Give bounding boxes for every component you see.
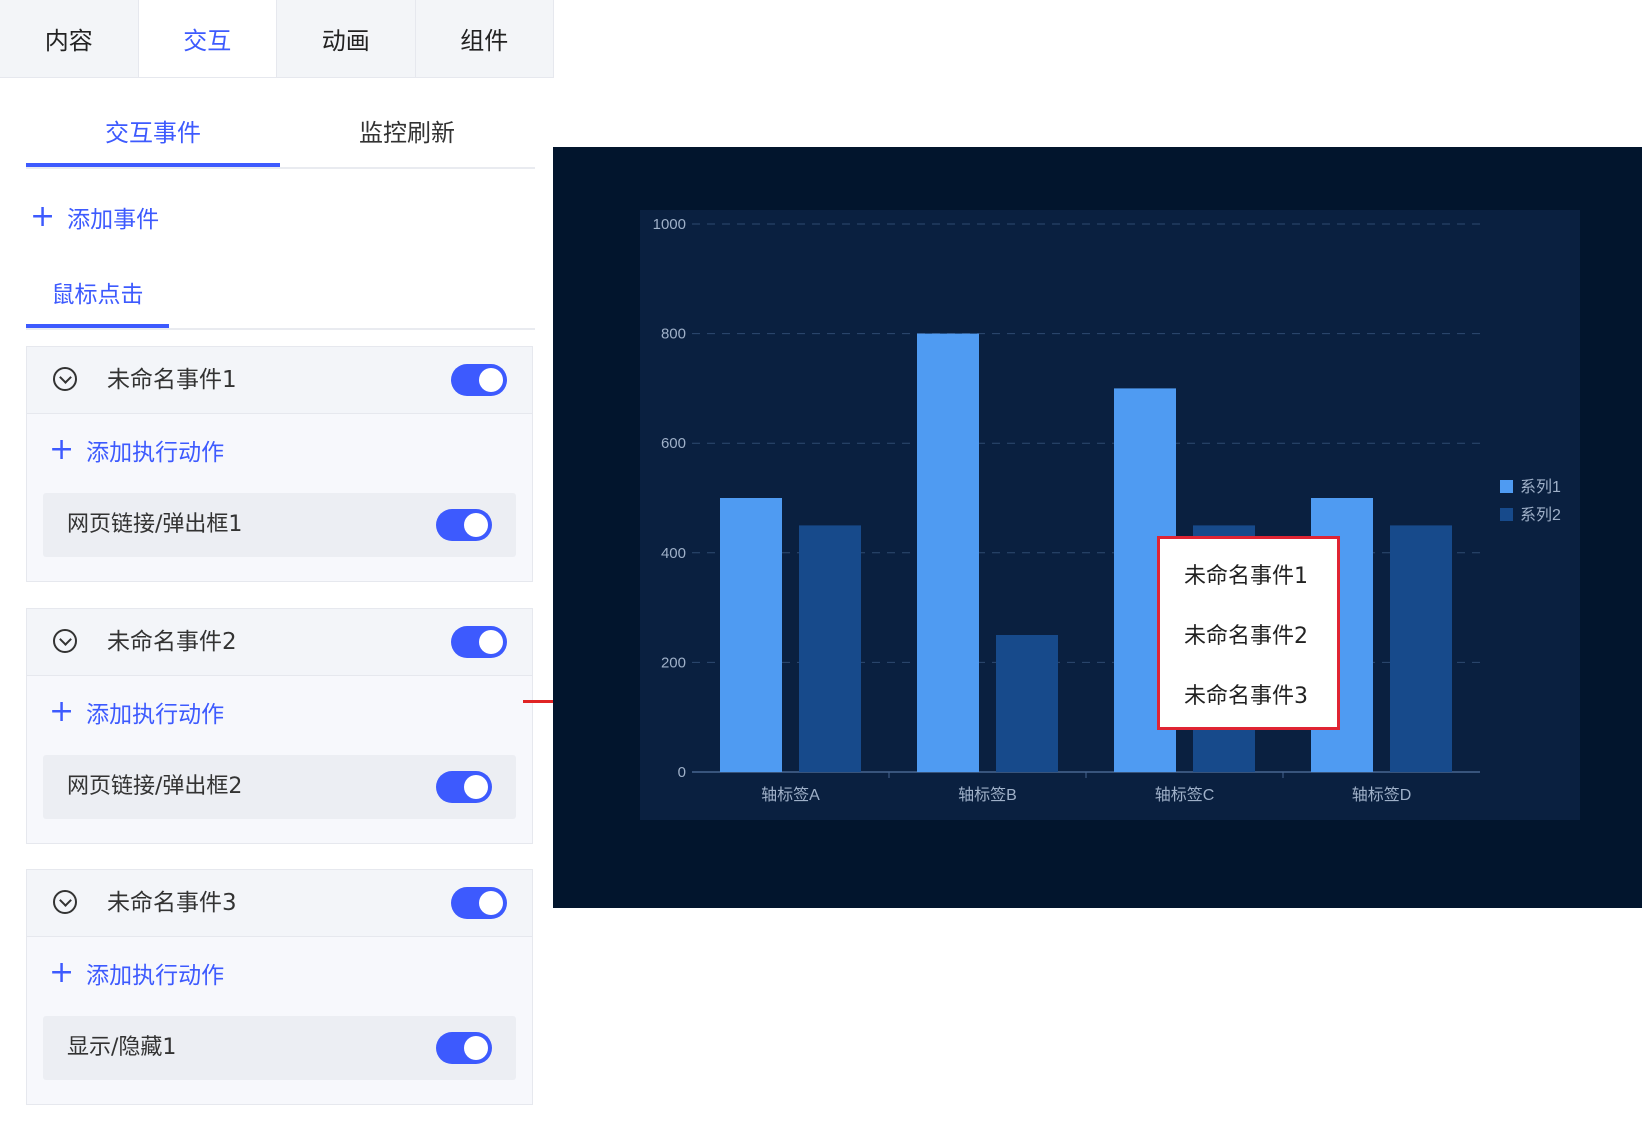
bar [1390,525,1452,772]
plus-icon: + [49,955,75,990]
add-action-button[interactable]: + 添加执行动作 [49,956,224,990]
y-tick-label: 0 [678,764,686,781]
legend-swatch [1500,480,1513,493]
bar-chart-svg: 0 200 400 600 800 1000 轴标签A 轴标签B 轴标签C 轴标签D 系列1 系列2 [653,216,1561,804]
trigger-tab-bar: 鼠标点击 [26,258,535,330]
context-menu-item[interactable]: 未命名事件3 [1184,667,1308,727]
add-action-label: 添加执行动作 [86,440,225,466]
legend-label: 系列1 [1520,478,1561,496]
bar [720,498,782,772]
legend-swatch [1500,508,1513,521]
event-header[interactable]: 未命名事件2 [27,609,532,676]
tab-component[interactable]: 组件 [416,0,554,77]
sub-tab-bar: 交互事件 监控刷新 [26,95,535,169]
action-label: 显示/隐藏1 [67,1035,177,1060]
add-action-button[interactable]: + 添加执行动作 [49,433,224,467]
legend-label: 系列2 [1520,506,1561,524]
event-enable-toggle[interactable] [451,626,507,658]
add-action-label: 添加执行动作 [86,963,225,989]
event-name: 未命名事件1 [107,367,237,393]
event-header[interactable]: 未命名事件1 [27,347,532,414]
event-enable-toggle[interactable] [451,887,507,919]
tab-animation[interactable]: 动画 [277,0,416,77]
x-tick-label: 轴标签B [958,786,1017,804]
event-name: 未命名事件3 [107,890,237,916]
event-enable-toggle[interactable] [451,364,507,396]
action-item[interactable]: 网页链接/弹出框2 [43,755,516,819]
tab-mouse-click[interactable]: 鼠标点击 [26,258,169,328]
context-menu-item[interactable]: 未命名事件1 [1184,547,1308,607]
event-card: 未命名事件3 + 添加执行动作 显示/隐藏1 [26,869,533,1105]
y-tick-label: 400 [661,545,686,562]
collapse-chevron-icon[interactable] [53,890,77,914]
collapse-chevron-icon[interactable] [53,367,77,391]
event-card: 未命名事件1 + 添加执行动作 网页链接/弹出框1 [26,346,533,582]
y-tick-label: 1000 [653,216,686,233]
bar [917,333,979,772]
collapse-chevron-icon[interactable] [53,629,77,653]
add-action-button[interactable]: + 添加执行动作 [49,695,224,729]
action-enable-toggle[interactable] [436,771,492,803]
plus-icon: + [49,694,75,729]
bar-chart-widget[interactable]: 0 200 400 600 800 1000 轴标签A 轴标签B 轴标签C 轴标签D 系列1 系列2 [640,210,1580,820]
plus-icon: + [30,199,56,234]
tab-monitor-refresh[interactable]: 监控刷新 [280,95,534,165]
context-menu-item[interactable]: 未命名事件2 [1184,607,1308,667]
config-panel: 内容 交互 动画 组件 交互事件 监控刷新 + 添加事件 鼠标点击 未命名事件1… [0,0,554,1126]
tab-interaction-events[interactable]: 交互事件 [26,95,280,167]
event-context-menu: 未命名事件1 未命名事件2 未命名事件3 [1157,536,1340,730]
plus-icon: + [49,432,75,467]
tab-interaction[interactable]: 交互 [138,0,277,77]
action-item[interactable]: 网页链接/弹出框1 [43,493,516,557]
action-enable-toggle[interactable] [436,509,492,541]
y-tick-label: 600 [661,435,686,452]
x-tick-label: 轴标签C [1155,786,1215,804]
add-event-label: 添加事件 [67,207,160,233]
y-tick-label: 200 [661,654,686,671]
top-tab-bar: 内容 交互 动画 组件 [0,0,554,78]
event-card: 未命名事件2 + 添加执行动作 网页链接/弹出框2 [26,608,533,844]
y-tick-label: 800 [661,326,686,343]
action-enable-toggle[interactable] [436,1032,492,1064]
add-action-label: 添加执行动作 [86,702,225,728]
bar [996,635,1058,772]
tab-content[interactable]: 内容 [0,0,139,77]
x-tick-label: 轴标签A [761,786,820,804]
x-tick-label: 轴标签D [1352,786,1412,804]
action-label: 网页链接/弹出框2 [67,774,243,799]
action-label: 网页链接/弹出框1 [67,512,243,537]
bar [799,525,861,772]
event-name: 未命名事件2 [107,629,237,655]
add-event-button[interactable]: + 添加事件 [30,200,159,234]
event-header[interactable]: 未命名事件3 [27,870,532,937]
action-item[interactable]: 显示/隐藏1 [43,1016,516,1080]
chart-stage: 0 200 400 600 800 1000 轴标签A 轴标签B 轴标签C 轴标签D 系列1 系列2 [553,147,1642,908]
